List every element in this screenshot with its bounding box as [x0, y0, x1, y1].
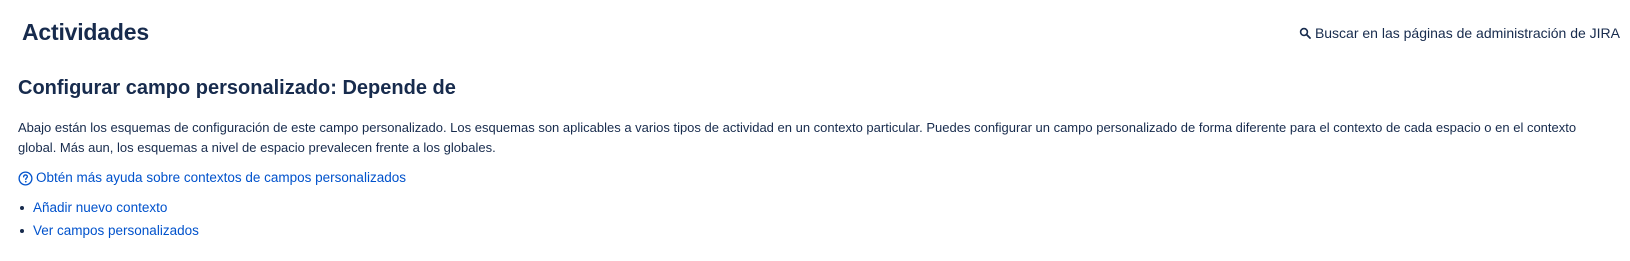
help-link-label: Obtén más ayuda sobre contextos de campo… [36, 170, 406, 185]
view-custom-fields-link[interactable]: Ver campos personalizados [33, 223, 199, 238]
help-link[interactable]: Obtén más ayuda sobre contextos de campo… [18, 168, 1618, 188]
page-title: Actividades [22, 19, 149, 45]
section-title: Configurar campo personalizado: Depende … [18, 77, 456, 99]
page: Actividades Buscar en las páginas de adm… [0, 0, 1630, 261]
help-circle-icon [18, 170, 33, 186]
admin-search-label: Buscar en las páginas de administración … [1314, 25, 1620, 41]
list-item: Ver campos personalizados [20, 219, 1618, 242]
description-text: Abajo están los esquemas de configuració… [18, 120, 1577, 155]
search-icon [1299, 27, 1311, 39]
add-new-context-link[interactable]: Añadir nuevo contexto [33, 200, 167, 215]
main-content: Configurar campo personalizado: Depende … [18, 74, 1618, 242]
list-item: Añadir nuevo contexto [20, 196, 1618, 219]
actions-list: Añadir nuevo contexto Ver campos persona… [18, 196, 1618, 242]
admin-search-link[interactable]: Buscar en las páginas de administración … [1299, 24, 1620, 42]
page-header: Actividades Buscar en las páginas de adm… [0, 0, 1630, 64]
